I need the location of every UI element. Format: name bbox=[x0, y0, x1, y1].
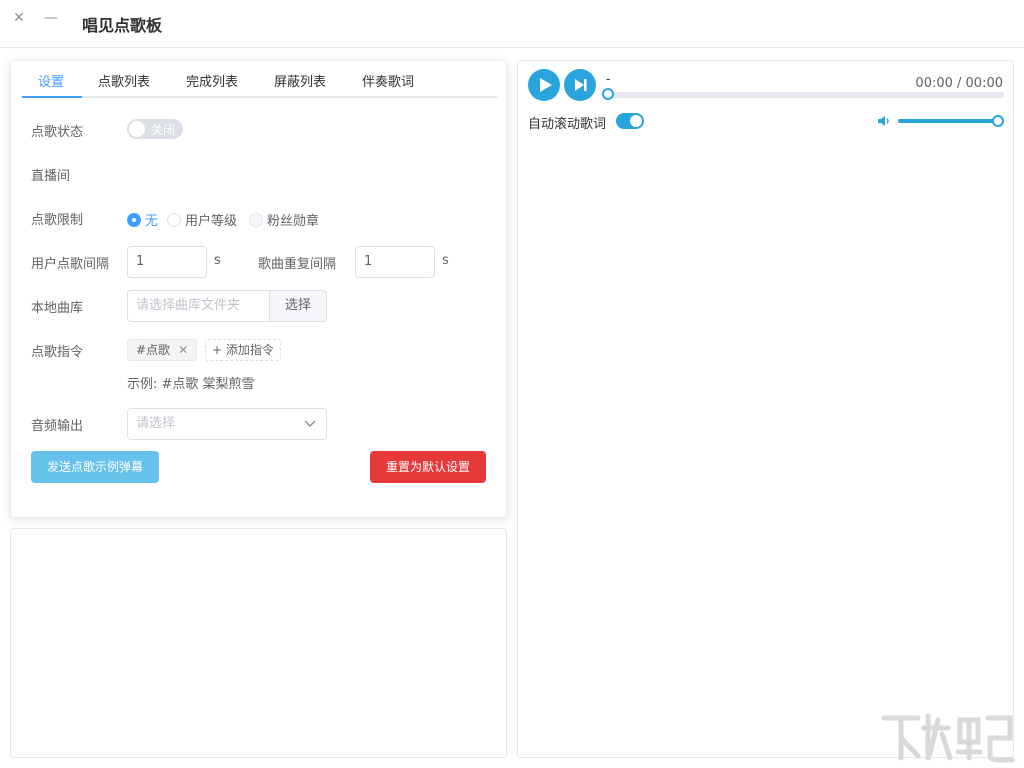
command-tag: #点歌 ✕ bbox=[127, 339, 198, 361]
radio-dot bbox=[249, 212, 263, 227]
next-button[interactable] bbox=[564, 69, 596, 101]
watermark-logo bbox=[881, 713, 1015, 763]
select-placeholder: 请选择 bbox=[136, 416, 176, 431]
request-command-label: 点歌指令 bbox=[31, 345, 84, 360]
play-icon bbox=[540, 78, 552, 92]
progress-handle[interactable] bbox=[602, 88, 614, 100]
close-icon[interactable]: ✕ bbox=[9, 8, 29, 28]
user-interval-unit: s bbox=[214, 253, 221, 268]
limit-fan-medal-radio[interactable]: 粉丝勋章 bbox=[249, 210, 319, 229]
tab-request-list[interactable]: 点歌列表 bbox=[98, 71, 150, 90]
chevron-down-icon bbox=[304, 409, 316, 451]
repeat-interval-input[interactable]: 1 bbox=[355, 246, 435, 278]
limit-none-radio[interactable]: 无 bbox=[127, 210, 158, 229]
switch-knob bbox=[630, 115, 642, 127]
user-interval-input[interactable]: 1 bbox=[127, 246, 207, 278]
request-status-switch[interactable]: 关闭 bbox=[127, 119, 183, 139]
radio-label: 粉丝勋章 bbox=[267, 214, 320, 229]
plus-icon: + bbox=[212, 343, 223, 357]
progress-bar[interactable] bbox=[608, 92, 1004, 98]
minimize-icon[interactable]: — bbox=[41, 8, 61, 28]
user-interval-label: 用户点歌间隔 bbox=[31, 257, 110, 272]
tab-settings[interactable]: 设置 bbox=[38, 71, 64, 90]
radio-label: 无 bbox=[145, 214, 159, 229]
radio-label: 用户等级 bbox=[185, 214, 238, 229]
radio-dot bbox=[167, 212, 181, 227]
repeat-interval-unit: s bbox=[442, 253, 449, 268]
time-display: 00:00 / 00:00 bbox=[915, 76, 1003, 91]
tab-bar: 设置 点歌列表 完成列表 屏蔽列表 伴奏歌词 bbox=[22, 61, 497, 98]
add-command-label: 添加指令 bbox=[225, 343, 274, 357]
request-status-label: 点歌状态 bbox=[31, 125, 84, 140]
live-room-label: 直播间 bbox=[31, 169, 71, 184]
auto-scroll-switch[interactable] bbox=[616, 113, 644, 129]
send-example-danmaku-button[interactable]: 发送点歌示例弹幕 bbox=[31, 451, 159, 483]
close-icon[interactable]: ✕ bbox=[178, 340, 188, 360]
radio-dot bbox=[127, 212, 141, 227]
switch-text: 关闭 bbox=[151, 123, 176, 137]
tab-accompaniment-lyrics[interactable]: 伴奏歌词 bbox=[362, 71, 414, 90]
settings-panel: 设置 点歌列表 完成列表 屏蔽列表 伴奏歌词 点歌状态 关闭 直播间 点歌限制 … bbox=[10, 60, 507, 518]
play-button[interactable] bbox=[528, 69, 560, 101]
active-tab-indicator bbox=[22, 96, 82, 98]
lower-panel bbox=[10, 528, 507, 758]
reset-default-button[interactable]: 重置为默认设置 bbox=[370, 451, 486, 483]
audio-output-label: 音频输出 bbox=[31, 419, 84, 434]
title-bar: ✕ — 唱见点歌板 bbox=[0, 0, 1024, 48]
audio-output-select[interactable]: 请选择 bbox=[127, 408, 327, 440]
repeat-interval-label: 歌曲重复间隔 bbox=[258, 257, 337, 272]
volume-slider[interactable] bbox=[898, 119, 998, 123]
tab-done-list[interactable]: 完成列表 bbox=[186, 71, 238, 90]
volume-handle[interactable] bbox=[992, 115, 1004, 127]
request-limit-label: 点歌限制 bbox=[31, 213, 84, 228]
skip-next-icon bbox=[575, 79, 587, 91]
limit-user-level-radio[interactable]: 用户等级 bbox=[167, 210, 237, 229]
auto-scroll-label: 自动滚动歌词 bbox=[528, 117, 607, 132]
app-title: 唱见点歌板 bbox=[82, 16, 163, 35]
add-command-button[interactable]: + 添加指令 bbox=[205, 339, 281, 361]
tab-block-list[interactable]: 屏蔽列表 bbox=[274, 71, 326, 90]
choose-folder-button[interactable]: 选择 bbox=[269, 290, 327, 322]
song-title: - bbox=[606, 72, 611, 86]
command-tag-text: #点歌 bbox=[136, 343, 171, 357]
switch-knob bbox=[129, 121, 145, 137]
library-folder-input[interactable]: 请选择曲库文件夹 bbox=[127, 290, 270, 322]
local-library-label: 本地曲库 bbox=[31, 301, 84, 316]
library-picker: 请选择曲库文件夹 选择 bbox=[127, 290, 327, 322]
volume-icon[interactable] bbox=[876, 113, 892, 129]
player-panel: - 00:00 / 00:00 自动滚动歌词 bbox=[517, 60, 1014, 758]
command-example: 示例: #点歌 棠梨煎雪 bbox=[127, 377, 255, 392]
